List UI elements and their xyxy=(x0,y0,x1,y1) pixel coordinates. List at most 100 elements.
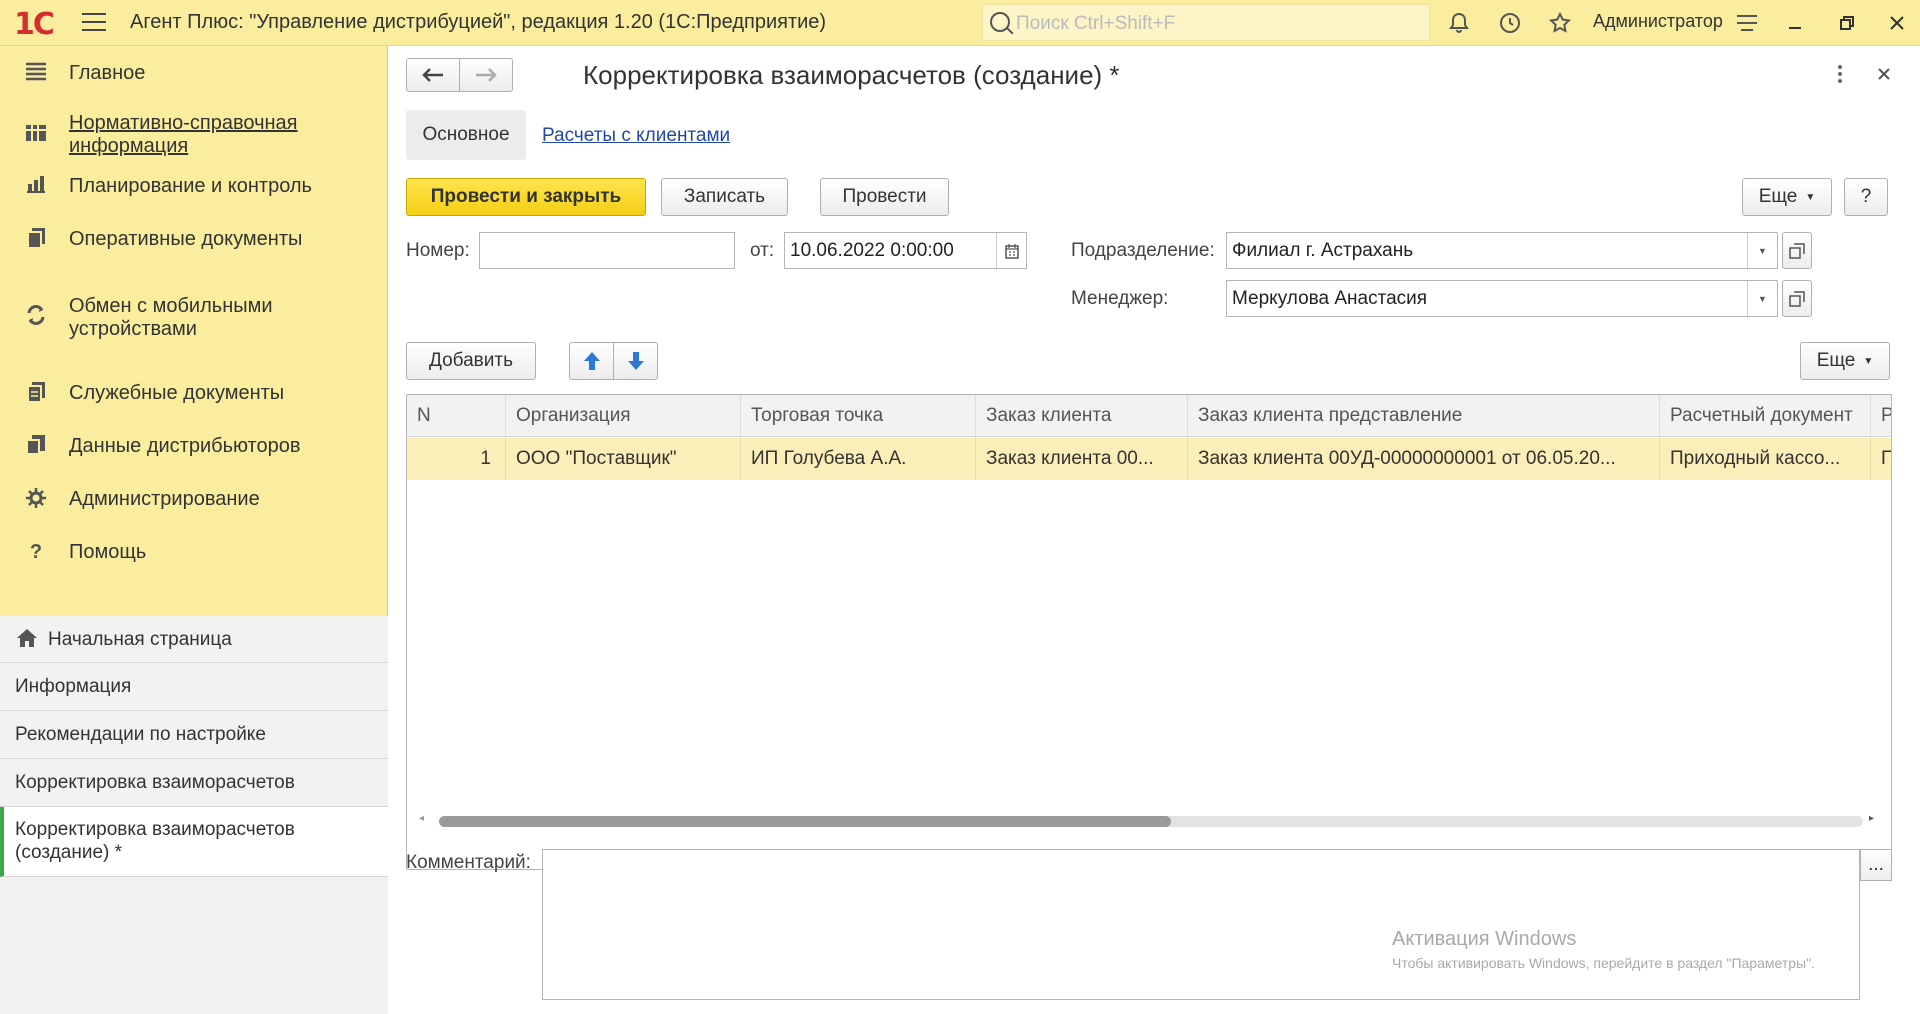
cell-n[interactable]: 1 xyxy=(407,438,506,480)
sidebar-item-catalogs[interactable]: Нормативно-справочная информация xyxy=(0,106,388,160)
sidebar-item-label: Обмен с мобильными устройствами xyxy=(69,295,273,340)
number-field[interactable] xyxy=(479,232,735,269)
division-field[interactable]: Филиал г. Астрахань ▼ xyxy=(1226,232,1778,269)
dropdown-arrow-icon: ▼ xyxy=(1805,191,1816,203)
calendar-icon[interactable] xyxy=(996,233,1026,268)
list-icon xyxy=(24,61,48,85)
manager-value: Меркулова Анастасия xyxy=(1232,287,1428,309)
sidebar-item-label: Главное xyxy=(69,62,146,84)
sidebar-item-main[interactable]: Главное xyxy=(0,46,388,100)
window-item-label: Корректировка взаиморасчетов xyxy=(15,772,295,793)
sidebar-item-label: Нормативно-справочная информация xyxy=(69,112,298,157)
cell-client-order[interactable]: Заказ клиента 00... xyxy=(976,438,1188,480)
user-name[interactable]: Администратор xyxy=(1593,11,1723,32)
cell-settlement-doc[interactable]: Приходный кассо... xyxy=(1660,438,1871,480)
save-button[interactable]: Записать xyxy=(661,178,788,216)
cell-order-presentation[interactable]: Заказ клиента 00УД-00000000001 от 06.05.… xyxy=(1188,438,1660,480)
scroll-left-icon[interactable]: ◂ xyxy=(419,813,424,824)
sidebar-item-operational-docs[interactable]: Оперативные документы xyxy=(0,213,388,263)
post-button[interactable]: Провести xyxy=(820,178,949,216)
column-header-truncated[interactable]: Р xyxy=(1871,395,1891,437)
sidebar-item-planning[interactable]: Планирование и контроль xyxy=(0,160,388,210)
table-header: N Организация Торговая точка Заказ клиен… xyxy=(407,395,1891,437)
sidebar-item-distributor-data[interactable]: Данные дистрибьюторов xyxy=(0,420,388,470)
more-button-label: Еще xyxy=(1758,186,1798,207)
cell-outlet[interactable]: ИП Голубева А.А. xyxy=(741,438,976,480)
comment-field[interactable] xyxy=(542,849,1860,1000)
window-item-adjustment-create[interactable]: Корректировка взаиморасчетов (создание) … xyxy=(0,807,388,877)
window-item-recommendations[interactable]: Рекомендации по настройке xyxy=(0,711,388,759)
column-header-client-order[interactable]: Заказ клиента xyxy=(976,395,1188,437)
sidebar-item-help[interactable]: ? Помощь xyxy=(0,526,388,576)
move-down-button[interactable] xyxy=(613,342,658,380)
open-manager-button[interactable] xyxy=(1782,280,1812,317)
history-icon[interactable] xyxy=(1495,8,1525,38)
watermark-text: Чтобы активировать Windows, перейдите в … xyxy=(1392,955,1815,971)
sidebar-item-label: Оперативные документы xyxy=(69,228,303,250)
move-up-button[interactable] xyxy=(569,342,614,380)
help-button[interactable]: ? xyxy=(1844,178,1888,216)
window-item-info[interactable]: Информация xyxy=(0,663,388,711)
window-item-home[interactable]: Начальная страница xyxy=(0,616,388,663)
column-header-organization[interactable]: Организация xyxy=(506,395,741,437)
sidebar-item-mobile-exchange[interactable]: Обмен с мобильными устройствами xyxy=(0,268,388,340)
open-link-icon xyxy=(1789,290,1805,307)
column-header-settlement-doc[interactable]: Расчетный документ xyxy=(1660,395,1871,437)
sidebar-item-administration[interactable]: Администрирование xyxy=(0,473,388,523)
settings-menu-icon[interactable] xyxy=(1732,8,1762,38)
column-header-order-presentation[interactable]: Заказ клиента представление xyxy=(1188,395,1660,437)
cell-organization[interactable]: ООО "Поставщик" xyxy=(506,438,741,480)
settlements-table: N Организация Торговая точка Заказ клиен… xyxy=(406,394,1892,870)
table-row[interactable]: 1 ООО "Поставщик" ИП Голубева А.А. Заказ… xyxy=(407,438,1891,480)
add-row-button[interactable]: Добавить xyxy=(406,342,536,380)
arrow-down-icon xyxy=(627,352,644,370)
notifications-icon[interactable] xyxy=(1444,8,1474,38)
window-item-label: Информация xyxy=(15,676,132,697)
sidebar-item-label: Служебные документы xyxy=(69,382,285,404)
dropdown-arrow-icon: ▼ xyxy=(1863,355,1874,367)
forward-button[interactable] xyxy=(459,58,513,92)
comment-expand-button[interactable]: ... xyxy=(1860,849,1892,881)
tab-client-settlements[interactable]: Расчеты с клиентами xyxy=(542,125,730,147)
column-header-n[interactable]: N xyxy=(407,395,506,437)
date-label: от: xyxy=(750,240,775,261)
close-form-icon[interactable] xyxy=(1875,65,1893,83)
app-logo[interactable]: 1С xyxy=(14,7,55,42)
cell-truncated[interactable]: П xyxy=(1871,438,1891,480)
comment-label: Комментарий: xyxy=(406,852,531,873)
minimize-icon[interactable] xyxy=(1780,8,1810,38)
scrollbar-thumb[interactable] xyxy=(439,816,1171,827)
division-value: Филиал г. Астрахань xyxy=(1232,239,1414,261)
table-more-button[interactable]: Еще ▼ xyxy=(1800,342,1890,380)
scroll-right-icon[interactable]: ▸ xyxy=(1869,813,1874,824)
close-app-icon[interactable] xyxy=(1882,8,1912,38)
restore-icon[interactable] xyxy=(1832,8,1862,38)
form-title: Корректировка взаиморасчетов (создание) … xyxy=(583,60,1120,90)
search-input[interactable]: Поиск Ctrl+Shift+F xyxy=(982,4,1430,41)
window-item-adjustments-list[interactable]: Корректировка взаиморасчетов xyxy=(0,759,388,807)
arrow-up-icon xyxy=(583,352,600,370)
sidebar-item-label: Администрирование xyxy=(69,488,260,510)
more-actions-icon[interactable] xyxy=(1830,62,1850,86)
main-menu-icon[interactable] xyxy=(82,13,106,33)
favorites-icon[interactable] xyxy=(1545,8,1575,38)
dropdown-arrow-icon[interactable]: ▼ xyxy=(1747,233,1777,268)
sidebar-item-service-docs[interactable]: Служебные документы xyxy=(0,367,388,417)
column-header-outlet[interactable]: Торговая точка xyxy=(741,395,976,437)
tab-main[interactable]: Основное xyxy=(406,110,526,160)
back-button[interactable] xyxy=(406,58,460,92)
manager-field[interactable]: Меркулова Анастасия ▼ xyxy=(1226,280,1778,317)
watermark-title: Активация Windows xyxy=(1392,928,1577,950)
open-division-button[interactable] xyxy=(1782,232,1812,269)
sync-icon xyxy=(24,304,48,328)
service-documents-icon xyxy=(24,381,48,405)
chart-icon xyxy=(24,174,48,198)
gear-icon xyxy=(24,487,48,511)
post-and-close-button[interactable]: Провести и закрыть xyxy=(406,178,646,216)
more-button[interactable]: Еще ▼ xyxy=(1742,178,1832,216)
dropdown-arrow-icon[interactable]: ▼ xyxy=(1747,281,1777,316)
distributor-data-icon xyxy=(24,434,48,458)
horizontal-scrollbar[interactable] xyxy=(439,816,1863,827)
date-field[interactable]: 10.06.2022 0:00:00 xyxy=(784,232,1027,269)
open-windows-panel: Начальная страница Информация Рекомендац… xyxy=(0,616,388,1014)
